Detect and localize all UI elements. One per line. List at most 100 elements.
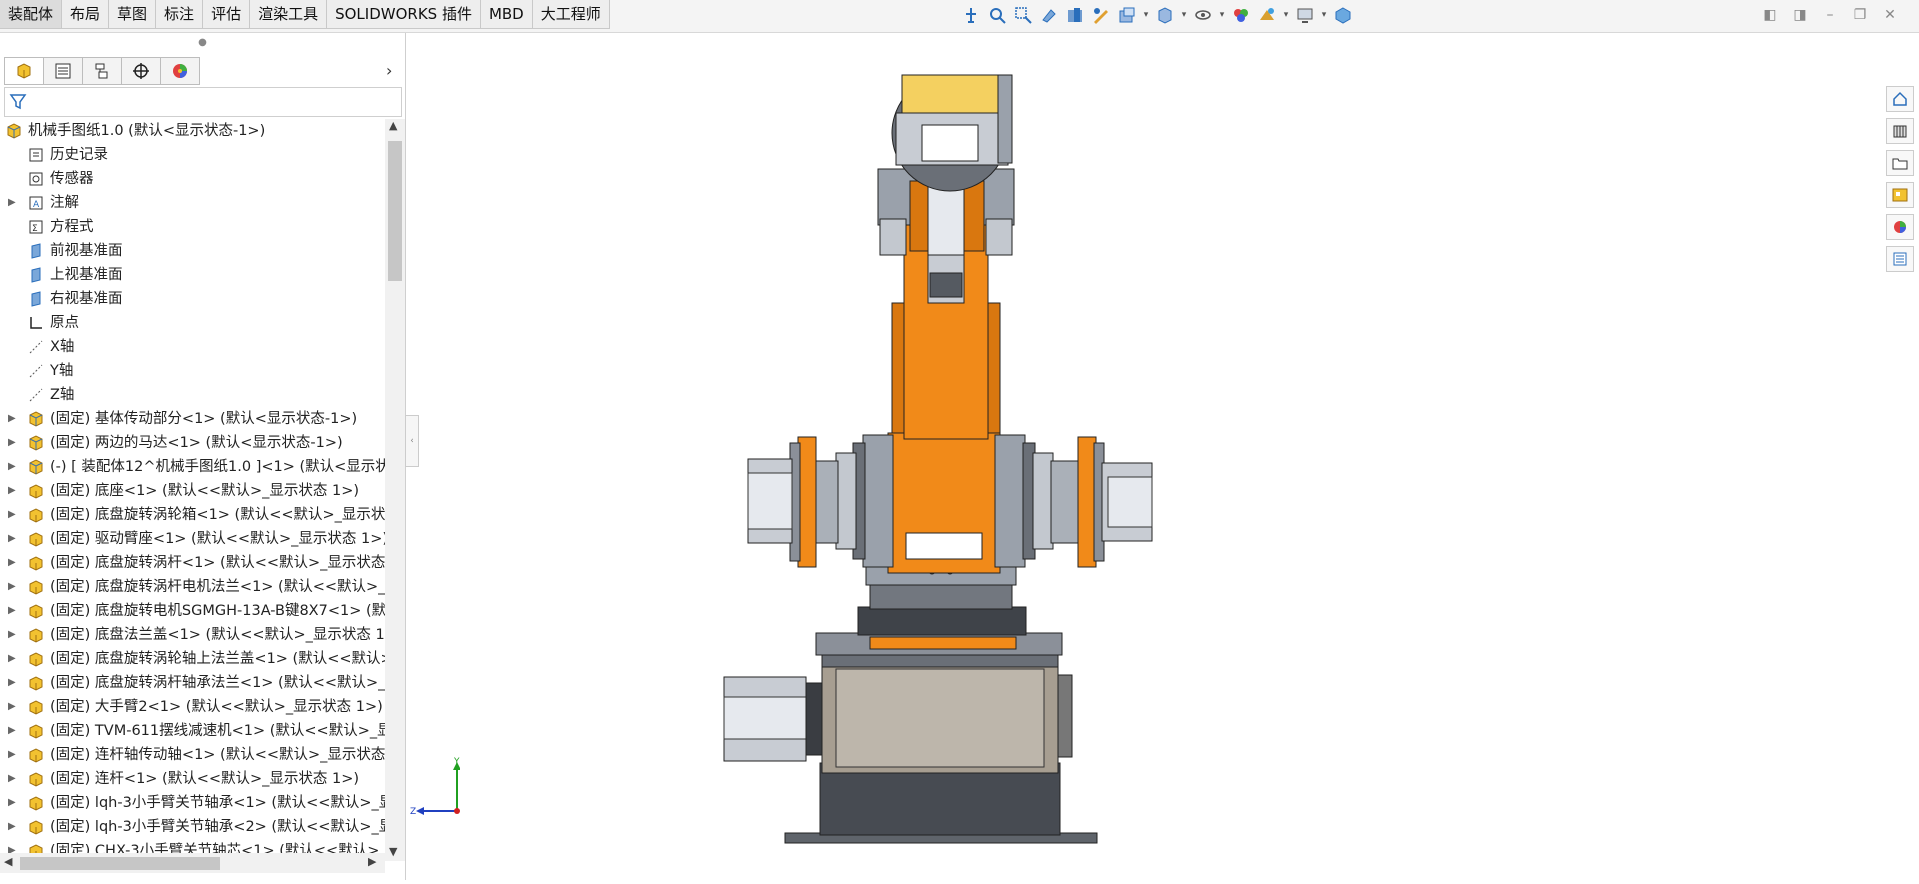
display-style-icon[interactable] [1154, 4, 1176, 26]
tab-sketch[interactable]: 草图 [109, 0, 157, 29]
dimxpert-manager-icon[interactable] [121, 57, 161, 85]
tree-item[interactable]: ▶ (固定) 连杆<1> (默认<<默认>_显示状态 1>) [0, 767, 385, 791]
restore-icon[interactable]: ❐ [1851, 6, 1869, 24]
tree-item[interactable]: ▶ (固定) 底盘旋转涡轮箱<1> (默认<<默认>_显示状 [0, 503, 385, 527]
feature-manager-icon[interactable] [4, 57, 44, 85]
scroll-up-icon[interactable]: ▲ [389, 119, 397, 132]
tree-item[interactable]: Y轴 [0, 359, 385, 383]
expand-arrow-icon[interactable]: ▶ [8, 191, 18, 215]
zoom-fit-icon[interactable] [986, 4, 1008, 26]
expand-arrow-icon[interactable]: ▶ [8, 695, 18, 719]
tree-item[interactable]: ▶ (固定) 底座<1> (默认<<默认>_显示状态 1>) [0, 479, 385, 503]
scrollbar-thumb[interactable] [388, 141, 402, 281]
tree-filter-field[interactable] [4, 87, 402, 117]
tab-big-engineer[interactable]: 大工程师 [532, 0, 610, 29]
tree-item[interactable]: ▶ (固定) lqh-3小手臂关节轴承<1> (默认<<默认>_显 [0, 791, 385, 815]
expand-arrow-icon[interactable]: ▶ [8, 527, 18, 551]
tree-item[interactable]: ▶ (固定) 底盘旋转涡杆轴承法兰<1> (默认<<默认>_ [0, 671, 385, 695]
tree-item[interactable]: Z轴 [0, 383, 385, 407]
chevron-right-icon[interactable]: › [386, 61, 392, 80]
parts-library-icon[interactable] [1886, 118, 1914, 144]
maximize-pane-icon[interactable]: ◨ [1791, 6, 1809, 24]
tree-item[interactable]: X轴 [0, 335, 385, 359]
view-orientation-dropdown-icon[interactable] [1116, 4, 1138, 26]
section-view-icon[interactable] [1064, 4, 1086, 26]
previous-view-icon[interactable] [1038, 4, 1060, 26]
tree-item[interactable]: ▶ (固定) 大手臂2<1> (默认<<默认>_显示状态 1>) [0, 695, 385, 719]
tree-item[interactable]: 传感器 [0, 167, 385, 191]
tree-item[interactable]: ▶ (固定) 基体传动部分<1> (默认<显示状态-1>) [0, 407, 385, 431]
tree-item[interactable]: ▶ (固定) 连杆轴传动轴<1> (默认<<默认>_显示状态 [0, 743, 385, 767]
tree-item[interactable]: ▶ (固定) 底盘法兰盖<1> (默认<<默认>_显示状态 1 [0, 623, 385, 647]
expand-arrow-icon[interactable]: ▶ [8, 791, 18, 815]
apply-scene-icon[interactable] [1256, 4, 1278, 26]
scroll-down-icon[interactable]: ▼ [389, 845, 397, 858]
tab-mbd[interactable]: MBD [480, 0, 533, 29]
panel-splitter-handle[interactable]: ‹ [405, 415, 419, 467]
graphics-area[interactable] [418, 33, 1878, 880]
expand-arrow-icon[interactable]: ▶ [8, 455, 18, 479]
custom-properties-icon[interactable] [1886, 246, 1914, 272]
view-orientation-icon[interactable] [960, 4, 982, 26]
tab-layout[interactable]: 布局 [62, 0, 110, 29]
hide-show-items-icon[interactable] [1192, 4, 1214, 26]
expand-arrow-icon[interactable]: ▶ [8, 575, 18, 599]
tree-item[interactable]: ▶ (固定) 驱动臂座<1> (默认<<默认>_显示状态 1>) [0, 527, 385, 551]
dropdown-arrow-icon[interactable]: ▾ [1282, 4, 1290, 26]
expand-arrow-icon[interactable]: ▶ [8, 551, 18, 575]
expand-arrow-icon[interactable]: ▶ [8, 767, 18, 791]
expand-arrow-icon[interactable]: ▶ [8, 671, 18, 695]
tree-horizontal-scrollbar[interactable]: ◀ ▶ [0, 853, 385, 873]
tree-item[interactable]: ▶ (固定) 底盘旋转涡杆电机法兰<1> (默认<<默认>_ [0, 575, 385, 599]
expand-arrow-icon[interactable]: ▶ [8, 503, 18, 527]
configuration-manager-icon[interactable] [82, 57, 122, 85]
tree-item[interactable]: ▶ (固定) 两边的马达<1> (默认<显示状态-1>) [0, 431, 385, 455]
view-palette-icon[interactable] [1886, 182, 1914, 208]
filter-icon[interactable] [9, 92, 29, 116]
tree-item[interactable]: 右视基准面 [0, 287, 385, 311]
robot-arm-model[interactable] [418, 33, 1878, 880]
tree-item[interactable]: 历史记录 [0, 143, 385, 167]
home-icon[interactable] [1886, 86, 1914, 112]
scroll-right-icon[interactable]: ▶ [368, 855, 376, 868]
tab-render-tools[interactable]: 渲染工具 [250, 0, 328, 29]
tab-markup[interactable]: 标注 [156, 0, 204, 29]
dropdown-arrow-icon[interactable]: ▾ [1320, 4, 1328, 26]
3d-view-icon[interactable] [1332, 4, 1354, 26]
expand-arrow-icon[interactable]: ▶ [8, 815, 18, 839]
scroll-left-icon[interactable]: ◀ [4, 855, 12, 868]
tab-solidworks-addins[interactable]: SOLIDWORKS 插件 [327, 0, 481, 29]
close-icon[interactable]: ✕ [1881, 6, 1899, 24]
tree-root[interactable]: 机械手图纸1.0 (默认<显示状态-1>) [0, 119, 385, 143]
tree-item[interactable]: 前视基准面 [0, 239, 385, 263]
tree-item[interactable]: ▶ (-) [ 装配体12^机械手图纸1.0 ]<1> (默认<显示状 [0, 455, 385, 479]
expand-arrow-icon[interactable]: ▶ [8, 647, 18, 671]
tree-item[interactable]: ▶ (固定) 底盘旋转涡杆<1> (默认<<默认>_显示状态 [0, 551, 385, 575]
display-manager-icon[interactable] [160, 57, 200, 85]
dropdown-arrow-icon[interactable]: ▾ [1180, 4, 1188, 26]
tree-vertical-scrollbar[interactable]: ▲ ▼ [385, 119, 405, 861]
tree-item[interactable]: ▶ (固定) lqh-3小手臂关节轴承<2> (默认<<默认>_显 [0, 815, 385, 839]
restore-pane-icon[interactable]: ◧ [1761, 6, 1779, 24]
tree-item[interactable]: 原点 [0, 311, 385, 335]
expand-arrow-icon[interactable]: ▶ [8, 479, 18, 503]
expand-arrow-icon[interactable]: ▶ [8, 599, 18, 623]
scrollbar-thumb[interactable] [20, 857, 220, 870]
view-settings-icon[interactable] [1294, 4, 1316, 26]
property-manager-icon[interactable] [43, 57, 83, 85]
expand-arrow-icon[interactable]: ▶ [8, 623, 18, 647]
open-folder-icon[interactable] [1886, 150, 1914, 176]
tree-item[interactable]: ▶ (固定) 底盘旋转涡轮轴上法兰盖<1> (默认<<默认> [0, 647, 385, 671]
tab-evaluate[interactable]: 评估 [203, 0, 251, 29]
expand-arrow-icon[interactable]: ▶ [8, 431, 18, 455]
edit-appearance-icon[interactable] [1230, 4, 1252, 26]
tab-assembly[interactable]: 装配体 [0, 0, 63, 29]
expand-arrow-icon[interactable]: ▶ [8, 407, 18, 431]
appearances-icon[interactable] [1886, 214, 1914, 240]
tree-item[interactable]: 上视基准面 [0, 263, 385, 287]
zoom-area-icon[interactable] [1012, 4, 1034, 26]
panel-grip-icon[interactable]: ● [0, 33, 405, 53]
tree-item[interactable]: ▶ A 注解 [0, 191, 385, 215]
tree-item[interactable]: ▶ (固定) TVM-611摆线减速机<1> (默认<<默认>_显 [0, 719, 385, 743]
minimize-icon[interactable]: – [1821, 6, 1839, 24]
